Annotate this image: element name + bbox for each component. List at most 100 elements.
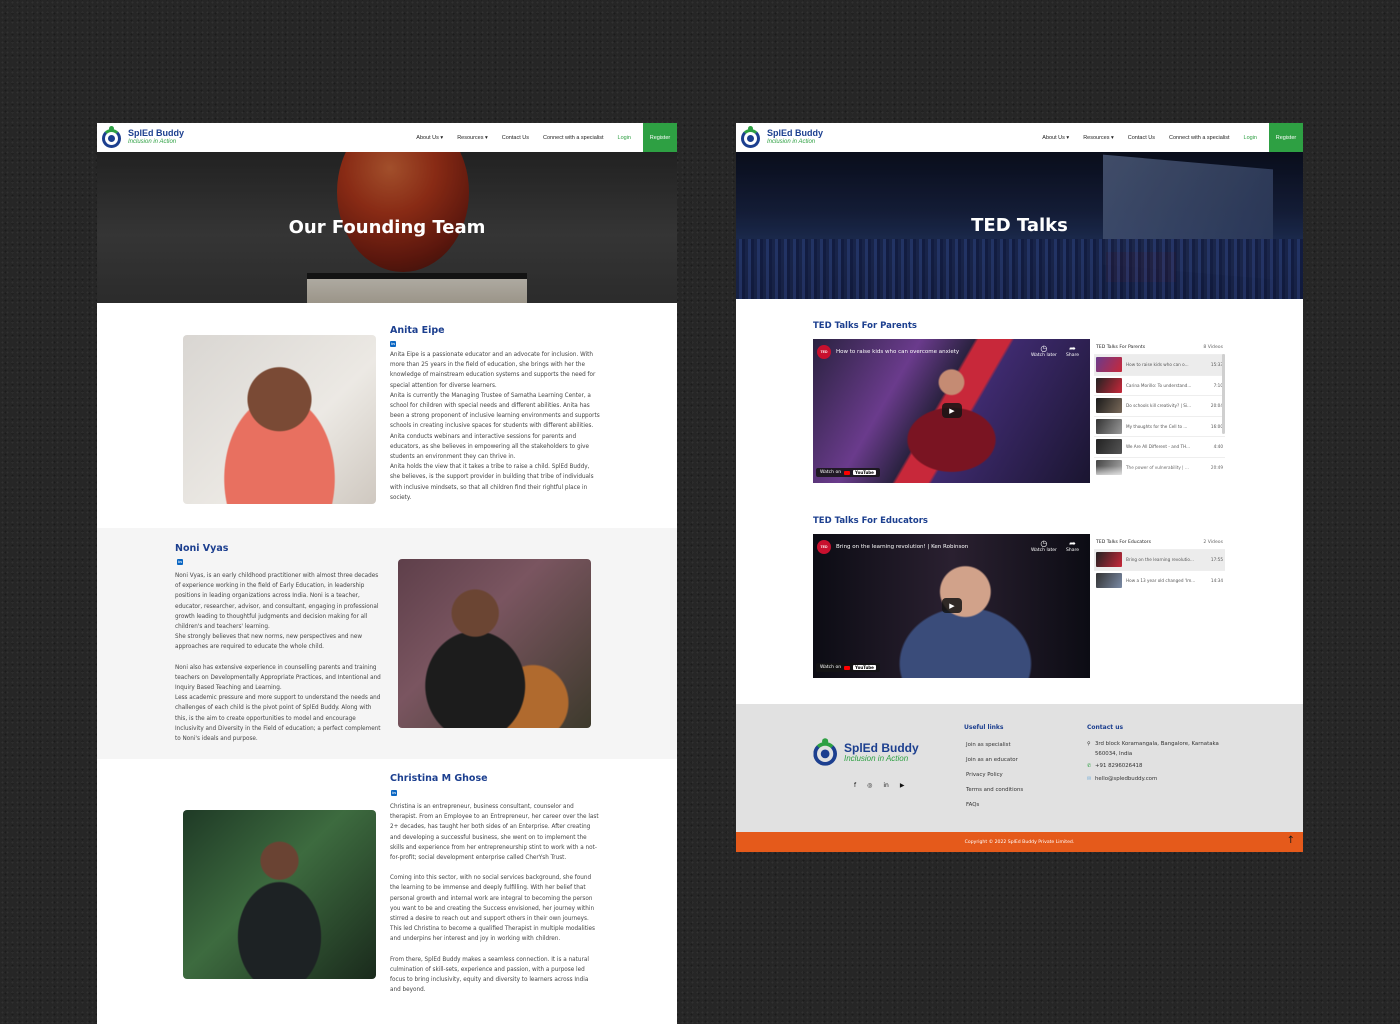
playlist-count: 8 Videos (1203, 345, 1223, 350)
channel-avatar-icon[interactable]: TED (817, 540, 831, 554)
playlist-item[interactable]: How a 13 year old changed 'Im... 14:34 (1094, 569, 1225, 591)
youtube-label: YouTube (853, 470, 876, 475)
footer-link-terms[interactable]: Terms and conditions (966, 787, 1023, 793)
nav-connect-specialist[interactable]: Connect with a specialist (543, 135, 604, 141)
play-button[interactable]: ▶ (942, 403, 962, 418)
instagram-icon[interactable]: ◎ (867, 782, 872, 789)
login-link[interactable]: Login (1244, 135, 1257, 141)
playlist-parents: TED Talks For Parents 8 Videos How to ra… (1094, 339, 1225, 480)
login-link[interactable]: Login (618, 135, 631, 141)
christina-photo (183, 810, 376, 979)
logo-name: SplEd Buddy (844, 740, 919, 755)
ted-talks-page: SplEd Buddy Inclusion in Action About Us… (736, 123, 1303, 852)
logo-icon (812, 738, 840, 766)
share-label: Share (1066, 548, 1079, 553)
clock-icon: ◷ (1040, 344, 1048, 353)
nav-contact[interactable]: Contact Us (502, 135, 529, 141)
video-thumbnail (1096, 377, 1122, 393)
playlist-item-duration: 4:40 (1213, 444, 1223, 450)
register-button[interactable]: Register (1269, 123, 1303, 152)
site-logo[interactable]: SplEd Buddy Inclusion in Action (101, 126, 184, 148)
logo-tagline: Inclusion in Action (844, 753, 909, 763)
register-button[interactable]: Register (643, 123, 677, 152)
team-member-christina: Christina M Ghose in Christina is an ent… (97, 759, 677, 1024)
watch-later-button[interactable]: ◷ Watch later (1031, 344, 1057, 358)
playlist-item-title: How to raise kids who can o... (1126, 362, 1189, 368)
member-bio: Christina is an entrepreneur, business c… (390, 802, 600, 995)
nav-contact[interactable]: Contact Us (1128, 135, 1155, 141)
playlist-item[interactable]: How to raise kids who can o... 15:33 (1094, 354, 1225, 375)
video-thumbnail (1096, 572, 1122, 588)
footer-link-join-specialist[interactable]: Join as specialist (966, 742, 1011, 748)
footer-link-faqs[interactable]: FAQs (966, 802, 979, 808)
playlist-item-title: Do schools kill creativity? | Si... (1126, 403, 1192, 409)
channel-avatar-icon[interactable]: TED (817, 345, 831, 359)
playlist-item[interactable]: We Are All Different - and TH... 4:40 (1094, 436, 1225, 457)
nav-about[interactable]: About Us ▾ (416, 135, 443, 141)
youtube-icon (844, 470, 851, 475)
youtube-icon[interactable]: ▶ (900, 782, 905, 789)
playlist-item[interactable]: Bring on the learning revolutio... 17:55 (1094, 549, 1225, 570)
contact-email[interactable]: ✉ hello@spledbuddy.com (1087, 775, 1157, 785)
linkedin-icon[interactable]: in (391, 790, 397, 796)
footer-link-join-educator[interactable]: Join as an educator (966, 757, 1018, 763)
video-title[interactable]: How to raise kids who can overcome anxie… (836, 349, 959, 355)
playlist-item-duration: 14:34 (1210, 577, 1223, 583)
bio-paragraph: From there, SplEd Buddy makes a seamless… (390, 956, 589, 994)
bio-paragraph: Anita Eipe is a passionate educator and … (390, 352, 596, 389)
phone-text: +91 8296026418 (1095, 763, 1143, 769)
facebook-icon[interactable]: f (854, 782, 856, 789)
video-thumbnail (1096, 357, 1122, 373)
logo-icon (740, 126, 762, 148)
bio-paragraph: Coming into this sector, with no social … (390, 875, 595, 943)
watch-on-youtube-button[interactable]: Watch on YouTube (816, 663, 880, 672)
video-thumbnail (1096, 552, 1122, 568)
playlist-count: 2 Videos (1203, 540, 1223, 545)
share-icon: ➦ (1069, 539, 1076, 548)
playlist-title: TED Talks For Educators (1096, 540, 1151, 545)
footer-link-privacy[interactable]: Privacy Policy (966, 772, 1003, 778)
logo-icon (101, 126, 123, 148)
top-nav: SplEd Buddy Inclusion in Action About Us… (736, 123, 1303, 152)
watch-on-youtube-button[interactable]: Watch on YouTube (816, 468, 880, 477)
linkedin-icon[interactable]: in (390, 341, 396, 347)
contact-title: Contact us (1087, 724, 1124, 731)
noni-photo (398, 559, 591, 728)
nav-about[interactable]: About Us ▾ (1042, 135, 1069, 141)
team-member-noni: Noni Vyas in Noni Vyas, is an early chil… (97, 528, 677, 759)
share-button[interactable]: ➦ Share (1066, 344, 1079, 358)
watch-later-button[interactable]: ◷ Watch later (1031, 539, 1057, 553)
bio-paragraph: She strongly believes that new norms, ne… (175, 634, 363, 651)
share-icon: ➦ (1069, 344, 1076, 353)
playlist-educators: TED Talks For Educators 2 Videos Bring o… (1094, 534, 1225, 590)
share-button[interactable]: ➦ Share (1066, 539, 1079, 553)
member-bio: Noni Vyas, is an early childhood practit… (175, 571, 385, 744)
logo-tagline: Inclusion in Action (128, 139, 177, 145)
linkedin-icon[interactable]: in (883, 782, 888, 789)
linkedin-icon[interactable]: in (177, 559, 183, 565)
playlist-item[interactable]: Do schools kill creativity? | Si... 20:04 (1094, 395, 1225, 416)
site-logo[interactable]: SplEd Buddy Inclusion in Action (740, 126, 823, 148)
footer-logo[interactable]: SplEd Buddy Inclusion in Action (812, 738, 919, 766)
back-to-top-icon[interactable]: ↑ (1287, 835, 1295, 846)
logo-tagline: Inclusion in Action (767, 139, 816, 145)
playlist-item[interactable]: My thoughts for the Cell to ... 16:00 (1094, 415, 1225, 437)
logo-name: SplEd Buddy (767, 128, 823, 138)
contact-phone[interactable]: ✆ +91 8296026418 (1087, 762, 1142, 772)
play-button[interactable]: ▶ (942, 598, 962, 613)
nav-resources[interactable]: Resources ▾ (1083, 135, 1114, 141)
playlist-item-title: How a 13 year old changed 'Im... (1126, 577, 1196, 583)
video-title[interactable]: Bring on the learning revolution! | Ken … (836, 544, 968, 550)
playlist-scrollbar[interactable] (1222, 354, 1225, 434)
playlist-item-title: Bring on the learning revolutio... (1126, 557, 1194, 563)
video-player-parents[interactable]: TED How to raise kids who can overcome a… (813, 339, 1090, 483)
playlist-item[interactable]: Carina Morillo: To understand... 7:10 (1094, 374, 1225, 396)
watch-later-label: Watch later (1031, 548, 1057, 553)
email-text: hello@spledbuddy.com (1095, 776, 1158, 782)
nav-resources[interactable]: Resources ▾ (457, 135, 488, 141)
team-hero-banner: Our Founding Team (97, 152, 677, 303)
video-player-educators[interactable]: TED Bring on the learning revolution! | … (813, 534, 1090, 678)
nav-connect-specialist[interactable]: Connect with a specialist (1169, 135, 1230, 141)
playlist-item-title: My thoughts for the Cell to ... (1126, 423, 1188, 429)
watch-on-label: Watch on (820, 470, 842, 475)
